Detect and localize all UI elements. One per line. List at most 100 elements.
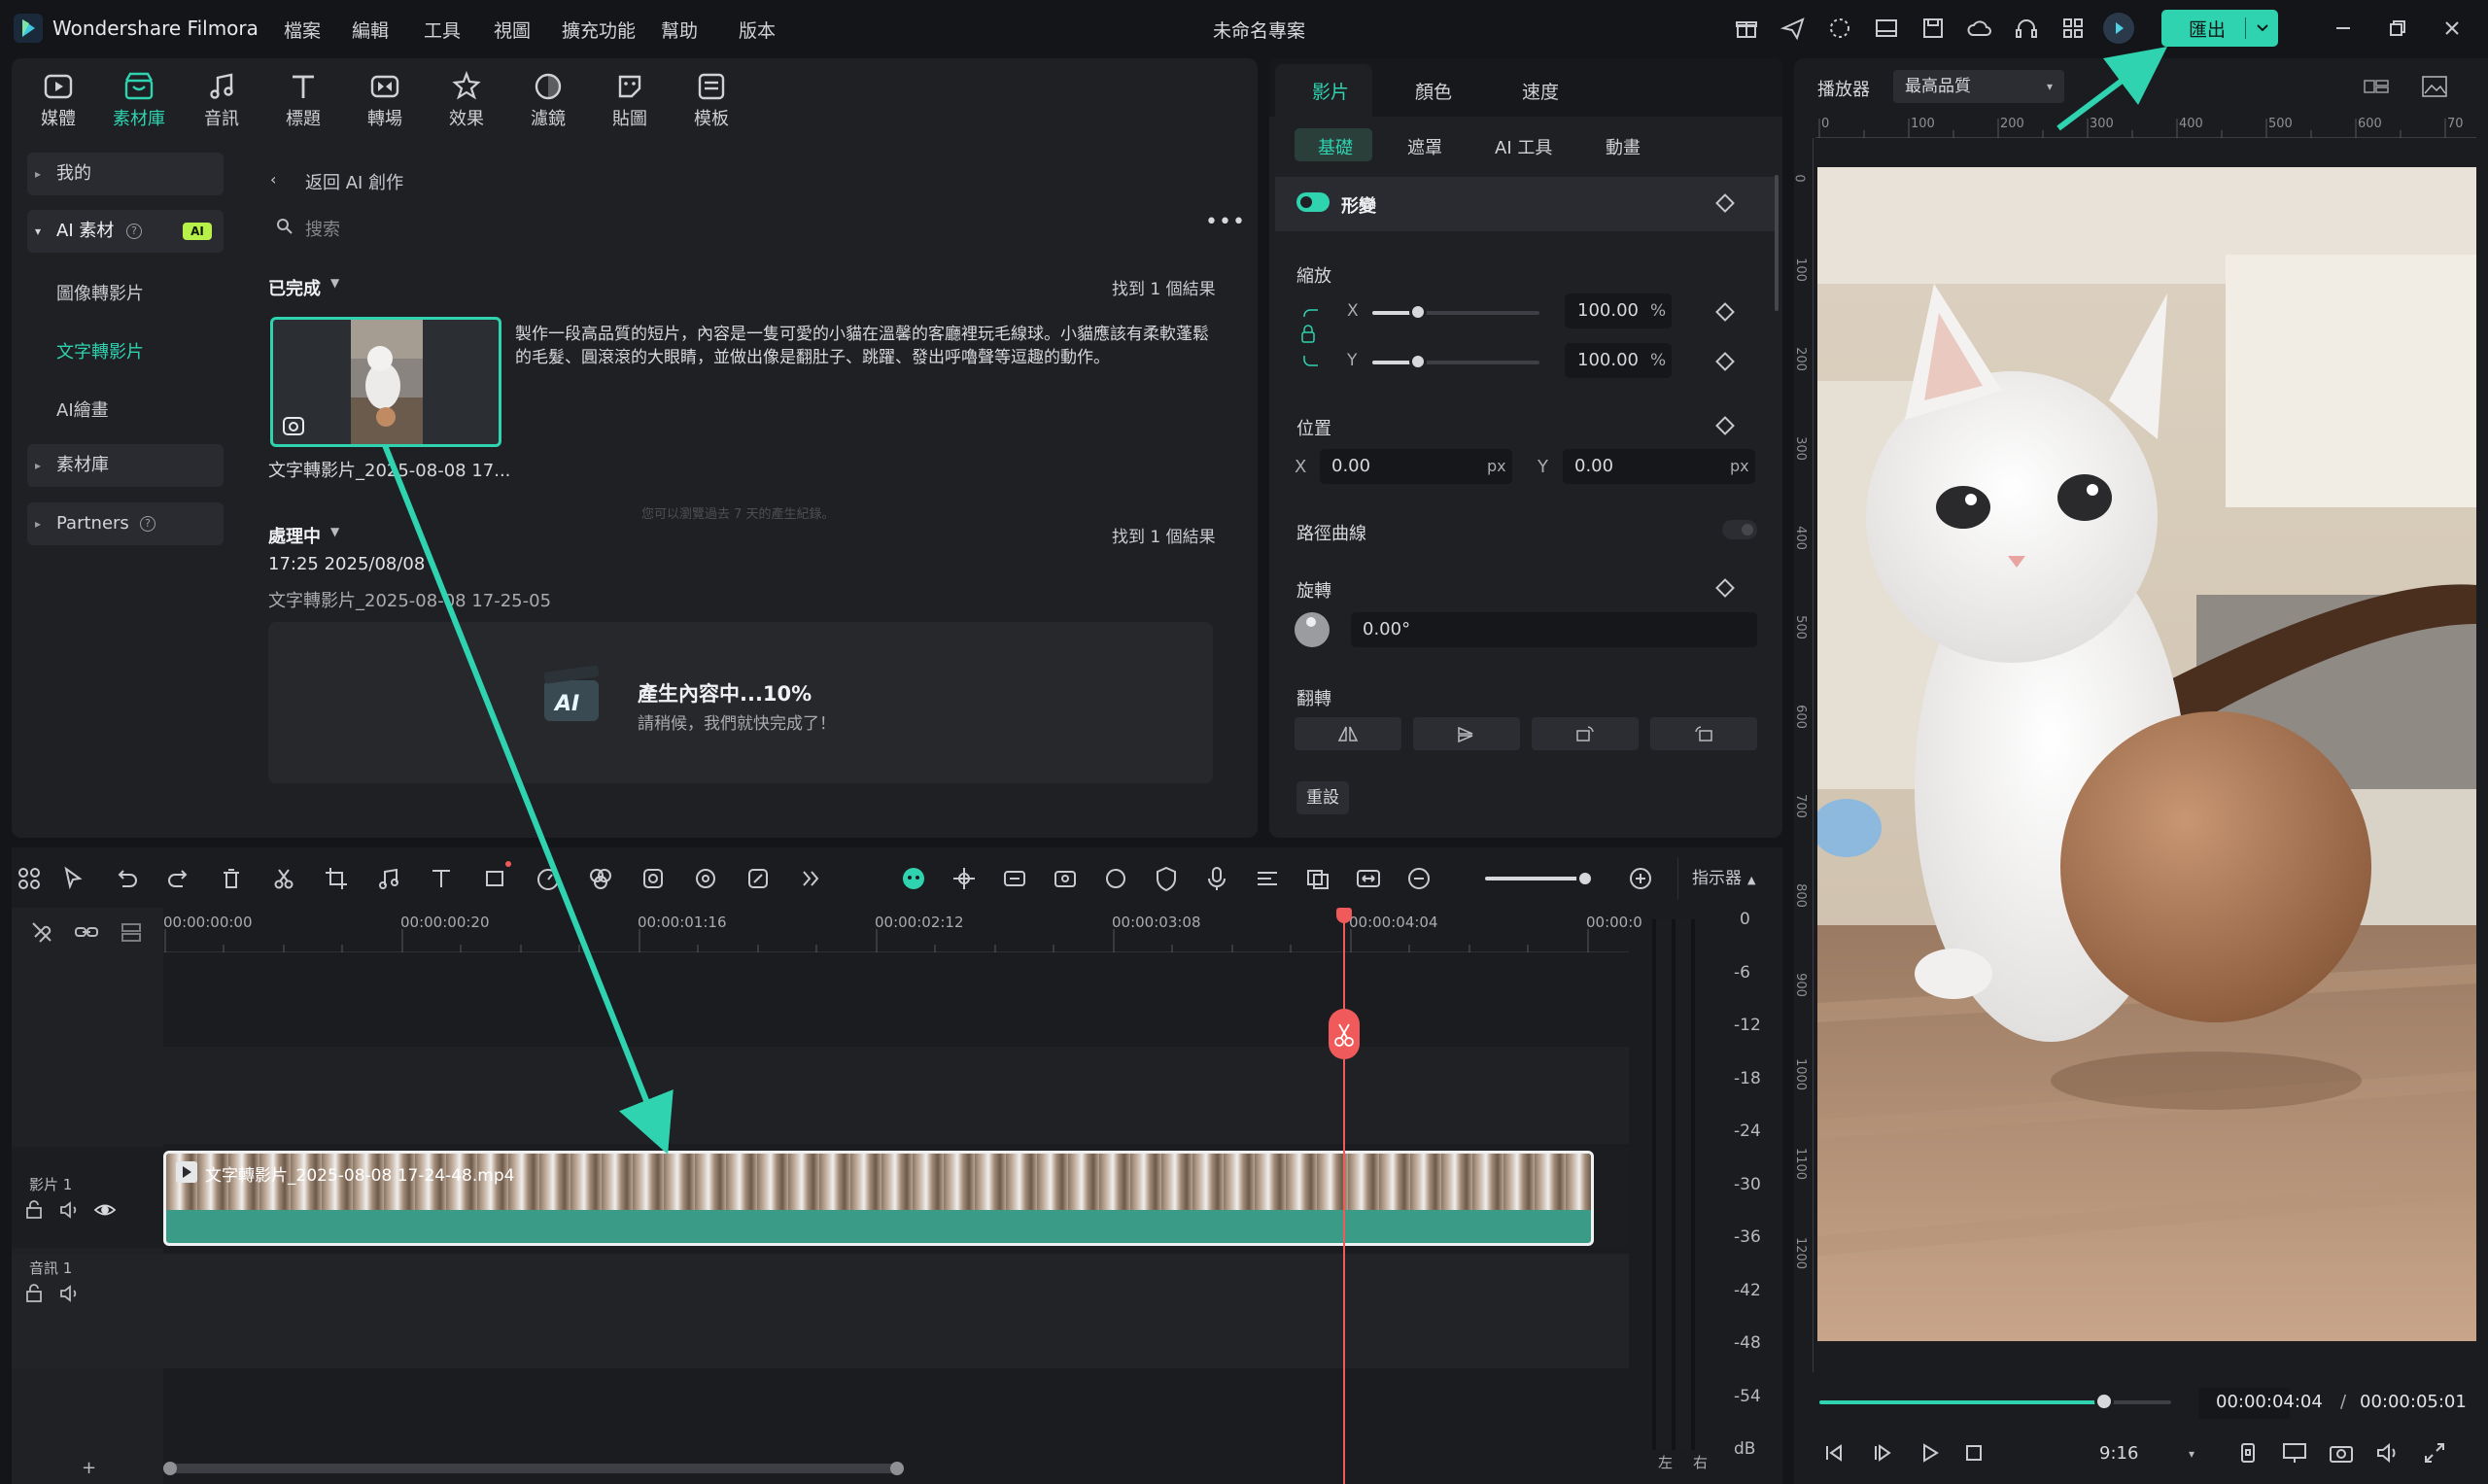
caret-down-icon[interactable]: ▼ (330, 525, 339, 538)
menu-item[interactable]: 版本 (739, 17, 776, 43)
toolbar-template[interactable]: 模板 (673, 68, 750, 130)
scissors-icon[interactable] (268, 863, 299, 894)
toolbar-title[interactable]: 標題 (264, 68, 342, 130)
zoom-out-icon[interactable] (1403, 863, 1434, 894)
scale-y-slider[interactable] (1372, 361, 1539, 364)
ai-assistant-icon[interactable] (898, 863, 929, 894)
add-track-button[interactable]: + (82, 1458, 96, 1478)
save-icon[interactable] (1918, 14, 1948, 43)
snapshot-icon[interactable] (2327, 1438, 2356, 1467)
mute-track-icon[interactable] (58, 1198, 82, 1222)
menu-item[interactable]: 幫助 (661, 17, 698, 43)
zoom-in-icon[interactable] (1625, 863, 1656, 894)
layout-icon[interactable] (1872, 14, 1901, 43)
menu-item[interactable]: 檔案 (284, 17, 321, 43)
play-icon[interactable] (1915, 1438, 1944, 1467)
tab-speed[interactable]: 速度 (1522, 78, 1559, 104)
toolbar-music[interactable]: 音訊 (183, 68, 260, 130)
menu-item[interactable]: 工具 (424, 17, 461, 43)
toolbar-stock[interactable]: 素材庫 (100, 68, 178, 130)
scale-x-slider[interactable] (1372, 311, 1539, 315)
image-icon[interactable] (2420, 72, 2449, 101)
sidebar-item-ai-assets[interactable]: ▾ AI 素材 ? AI (27, 210, 224, 253)
zoom-slider-handle[interactable] (1576, 870, 1594, 887)
subtab-animation[interactable]: 動畫 (1606, 134, 1641, 159)
player-progress-track[interactable] (1819, 1400, 2171, 1404)
toolbar-transition[interactable]: 轉場 (346, 68, 424, 130)
scrollbar-handle-right[interactable] (890, 1462, 904, 1475)
rotate-left-button[interactable] (1650, 717, 1757, 750)
flip-horizontal-button[interactable] (1295, 717, 1401, 750)
rotate-right-button[interactable] (1532, 717, 1639, 750)
text-tool-icon[interactable] (426, 863, 457, 894)
cloud-icon[interactable] (1965, 14, 1994, 43)
quality-select[interactable]: 最高品質 ▾ (1893, 70, 2064, 103)
prev-frame-icon[interactable] (1819, 1438, 1849, 1467)
help-icon[interactable]: ? (126, 224, 142, 239)
playhead-handle[interactable] (1336, 908, 1352, 923)
sidebar-item-ai-painting[interactable]: AI繪畫 (56, 397, 109, 422)
scrollbar-handle-left[interactable] (163, 1462, 177, 1475)
tab-video[interactable]: 影片 (1312, 78, 1349, 104)
stop-icon[interactable] (1959, 1438, 1988, 1467)
ai-cutout-icon[interactable] (638, 863, 669, 894)
playhead-line[interactable] (1343, 908, 1345, 1484)
display-icon[interactable] (2280, 1438, 2309, 1467)
restore-icon[interactable] (2383, 14, 2412, 43)
render-preview-icon[interactable] (2233, 1438, 2263, 1467)
split-scissors-button[interactable] (1329, 1009, 1360, 1059)
headset-icon[interactable] (2012, 14, 2041, 43)
fit-timeline-icon[interactable] (1353, 863, 1384, 894)
toolbar-effects[interactable]: 效果 (428, 68, 505, 130)
more-icon[interactable]: ••• (1205, 210, 1246, 234)
audio-detach-icon[interactable] (373, 863, 404, 894)
timeline-scrollbar[interactable] (165, 1464, 904, 1473)
replace-icon[interactable] (1302, 863, 1333, 894)
send-icon[interactable] (1779, 14, 1808, 43)
grid-layout-icon[interactable] (14, 863, 45, 894)
motion-track-icon[interactable] (690, 863, 721, 894)
eye-icon[interactable] (93, 1198, 117, 1222)
grid-view-icon[interactable] (2362, 72, 2391, 101)
export-button[interactable]: 匯出 (2161, 10, 2278, 47)
video-preview[interactable] (1817, 167, 2476, 1341)
ai-edit-icon[interactable] (743, 863, 774, 894)
lock-track-icon[interactable] (23, 1198, 47, 1222)
help-icon[interactable]: ? (140, 516, 156, 532)
spark-icon[interactable] (1825, 14, 1854, 43)
back-chevron-icon[interactable]: ‹ (270, 170, 276, 189)
grid-apps-icon[interactable] (2058, 14, 2088, 43)
rotation-dial[interactable] (1295, 612, 1330, 647)
aspect-select[interactable]: 9:16 ▾ (2088, 1438, 2204, 1469)
path-curve-toggle[interactable] (1722, 520, 1757, 539)
track-layout-icon[interactable] (117, 917, 146, 947)
toolbar-filter[interactable]: 濾鏡 (509, 68, 587, 130)
close-icon[interactable] (2437, 14, 2467, 43)
microphone-icon[interactable] (1201, 863, 1232, 894)
position-y-input[interactable]: 0.00 (1563, 449, 1755, 484)
menu-item[interactable]: 視圖 (494, 17, 531, 43)
delete-icon[interactable] (216, 863, 247, 894)
avatar[interactable] (2103, 13, 2134, 44)
position-x-input[interactable]: 0.00 (1320, 449, 1512, 484)
stabilize-icon[interactable] (1100, 863, 1131, 894)
snap-guide-icon[interactable] (949, 863, 980, 894)
sidebar-item-partners[interactable]: ▸ Partners ? (27, 502, 224, 545)
link-icon[interactable] (72, 917, 101, 947)
indicator-dropdown[interactable]: 指示器 ▲ (1677, 857, 1779, 900)
next-frame-icon[interactable] (1868, 1438, 1897, 1467)
back-link[interactable]: 返回 AI 創作 (305, 169, 403, 194)
lock-track-icon[interactable] (23, 1282, 47, 1305)
sidebar-item-image-to-video[interactable]: 圖像轉影片 (56, 280, 144, 305)
menu-item[interactable]: 擴充功能 (562, 17, 636, 43)
color-blend-icon[interactable] (585, 863, 616, 894)
volume-icon[interactable] (2373, 1438, 2402, 1467)
video-clip[interactable]: 文字轉影片_2025-08-08 17-24-48.mp4 (163, 1151, 1594, 1246)
rotation-input[interactable]: 0.00° (1351, 612, 1757, 647)
magnet-snap-icon[interactable] (27, 917, 56, 947)
shield-icon[interactable] (1151, 863, 1182, 894)
fullscreen-icon[interactable] (2420, 1438, 2449, 1467)
flip-vertical-button[interactable] (1413, 717, 1520, 750)
properties-scrollbar[interactable] (1775, 175, 1779, 311)
subtab-basic[interactable]: 基礎 (1318, 134, 1353, 159)
